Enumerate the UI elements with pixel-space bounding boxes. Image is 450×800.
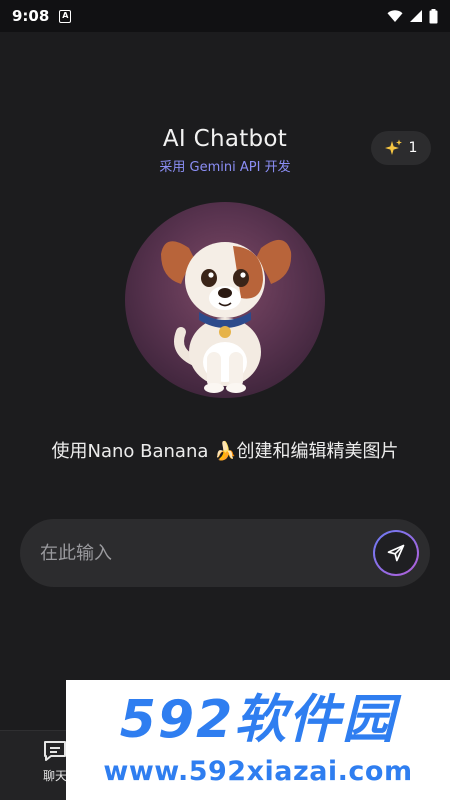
send-button-inner (375, 532, 417, 574)
tagline-text: 使用Nano Banana 🍌创建和编辑精美图片 (51, 441, 399, 462)
chat-icon (44, 741, 66, 761)
watermark-url: www.592xiazai.com (103, 755, 413, 787)
status-icons (387, 8, 438, 24)
cellular-icon (410, 10, 422, 22)
credits-count: 1 (408, 140, 418, 156)
battery-icon (429, 8, 438, 23)
send-icon (387, 544, 405, 562)
status-time: 9:08 (12, 7, 50, 25)
watermark-brand: 592软件园 (119, 689, 397, 750)
credits-badge[interactable]: 1 (371, 131, 431, 165)
nav-label-chat: 聊天 (42, 769, 67, 783)
send-button[interactable] (373, 530, 419, 576)
watermark: 592软件园 www.592xiazai.com (66, 680, 450, 800)
message-input[interactable] (40, 542, 373, 564)
wifi-icon (387, 9, 403, 22)
message-input-bar (20, 519, 430, 587)
sparkle-icon (384, 139, 402, 155)
status-bar: 9:08 A (0, 0, 450, 32)
notification-a-icon: A (59, 9, 72, 23)
puppy-illustration (125, 202, 325, 398)
